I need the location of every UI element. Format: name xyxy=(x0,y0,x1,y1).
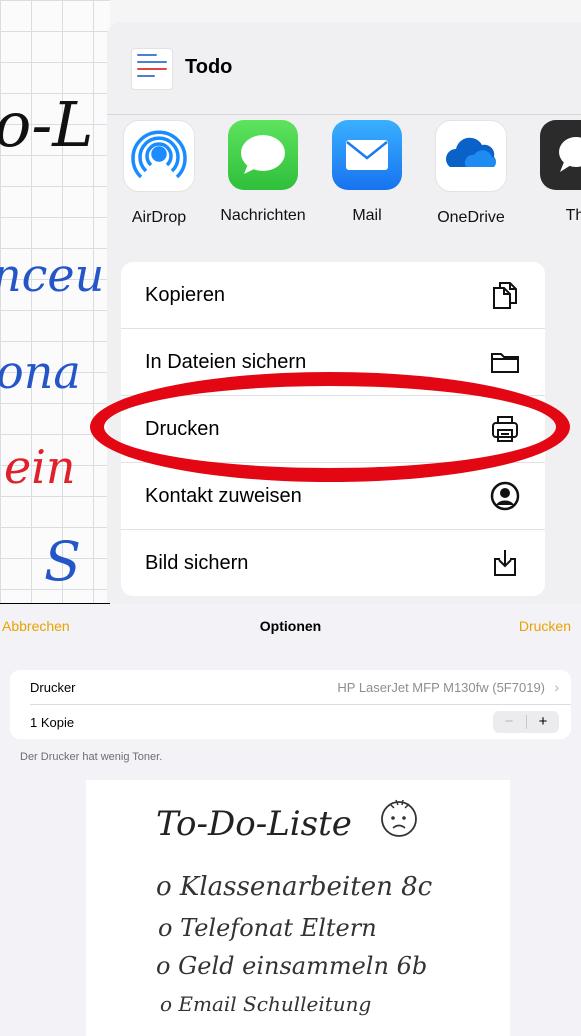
preview-item: o Email Schulleitung xyxy=(160,992,372,1016)
mail-icon xyxy=(332,120,402,190)
share-app-messages[interactable]: Nachrichten xyxy=(211,120,315,228)
document-thumbnail xyxy=(131,48,173,90)
print-button[interactable]: Drucken xyxy=(519,618,571,634)
action-label: In Dateien sichern xyxy=(145,351,307,373)
contact-icon xyxy=(490,481,520,511)
action-label: Kopieren xyxy=(145,284,226,306)
note-fragment: ona xyxy=(0,345,81,399)
copies-row: 1 Kopie − + xyxy=(30,704,571,739)
highlight-annotation xyxy=(90,372,570,482)
preview-item: o Geld einsammeln 6b xyxy=(156,952,428,980)
print-options-screen: Abbrechen Optionen Drucken Drucker HP La… xyxy=(0,604,581,1036)
onedrive-icon xyxy=(435,120,507,192)
action-label: Kontakt zuweisen xyxy=(145,485,302,507)
toner-warning: Der Drucker hat wenig Toner. xyxy=(20,751,163,763)
chevron-right-icon: › xyxy=(554,679,559,695)
stepper-minus-button[interactable]: − xyxy=(493,713,525,730)
printer-label: Drucker xyxy=(30,680,76,695)
printer-value: HP LaserJet MFP M130fw (5F7019) xyxy=(337,680,545,695)
share-app-airdrop[interactable]: AirDrop xyxy=(107,120,211,230)
note-fragment: S xyxy=(44,530,81,593)
note-fragment: nceu xyxy=(0,248,105,302)
messages-icon xyxy=(228,120,298,190)
copy-icon xyxy=(493,282,517,309)
share-app-threema[interactable]: Th xyxy=(523,120,581,228)
action-copy[interactable]: Kopieren xyxy=(121,262,545,329)
note-background: o-L nceu ona ein S xyxy=(0,0,110,604)
action-label: Bild sichern xyxy=(145,552,249,574)
print-settings-group: Drucker HP LaserJet MFP M130fw (5F7019) … xyxy=(10,670,571,739)
share-sheet-header: Todo xyxy=(107,22,581,115)
navigation-bar: Abbrechen Optionen Drucken xyxy=(0,604,581,650)
document-title: Todo xyxy=(185,56,233,78)
save-image-icon xyxy=(494,550,516,576)
share-app-onedrive[interactable]: OneDrive xyxy=(419,120,523,230)
preview-title: To-Do-Liste xyxy=(156,804,352,844)
app-label: Th xyxy=(565,207,581,224)
app-label: Mail xyxy=(352,207,382,224)
app-label: AirDrop xyxy=(131,209,187,226)
worried-face-icon xyxy=(381,799,417,837)
airdrop-icon xyxy=(123,120,195,192)
app-label: Nachrichten xyxy=(220,207,306,224)
threema-icon xyxy=(540,120,581,190)
print-preview: To-Do-Liste o Klassenarbeiten 8c o Telef… xyxy=(86,780,510,1036)
share-screen: o-L nceu ona ein S Todo AirDrop Nachrich… xyxy=(0,0,581,604)
action-save-image[interactable]: Bild sichern xyxy=(121,530,545,596)
note-fragment: ein xyxy=(4,440,76,494)
share-sheet: Todo AirDrop Nachrichten Mail OneDrive T… xyxy=(107,22,581,604)
page-title: Optionen xyxy=(259,618,322,634)
preview-item: o Telefonat Eltern xyxy=(158,914,377,942)
copies-label: 1 Kopie xyxy=(30,715,75,730)
stepper-plus-button[interactable]: + xyxy=(527,713,559,730)
printer-row[interactable]: Drucker HP LaserJet MFP M130fw (5F7019) … xyxy=(10,670,571,704)
preview-item: o Klassenarbeiten 8c xyxy=(156,872,433,902)
note-fragment: o-L xyxy=(0,88,94,161)
app-label: OneDrive xyxy=(437,209,505,226)
copies-stepper[interactable]: − + xyxy=(493,711,559,733)
folder-icon xyxy=(491,353,519,373)
share-app-mail[interactable]: Mail xyxy=(315,120,419,228)
